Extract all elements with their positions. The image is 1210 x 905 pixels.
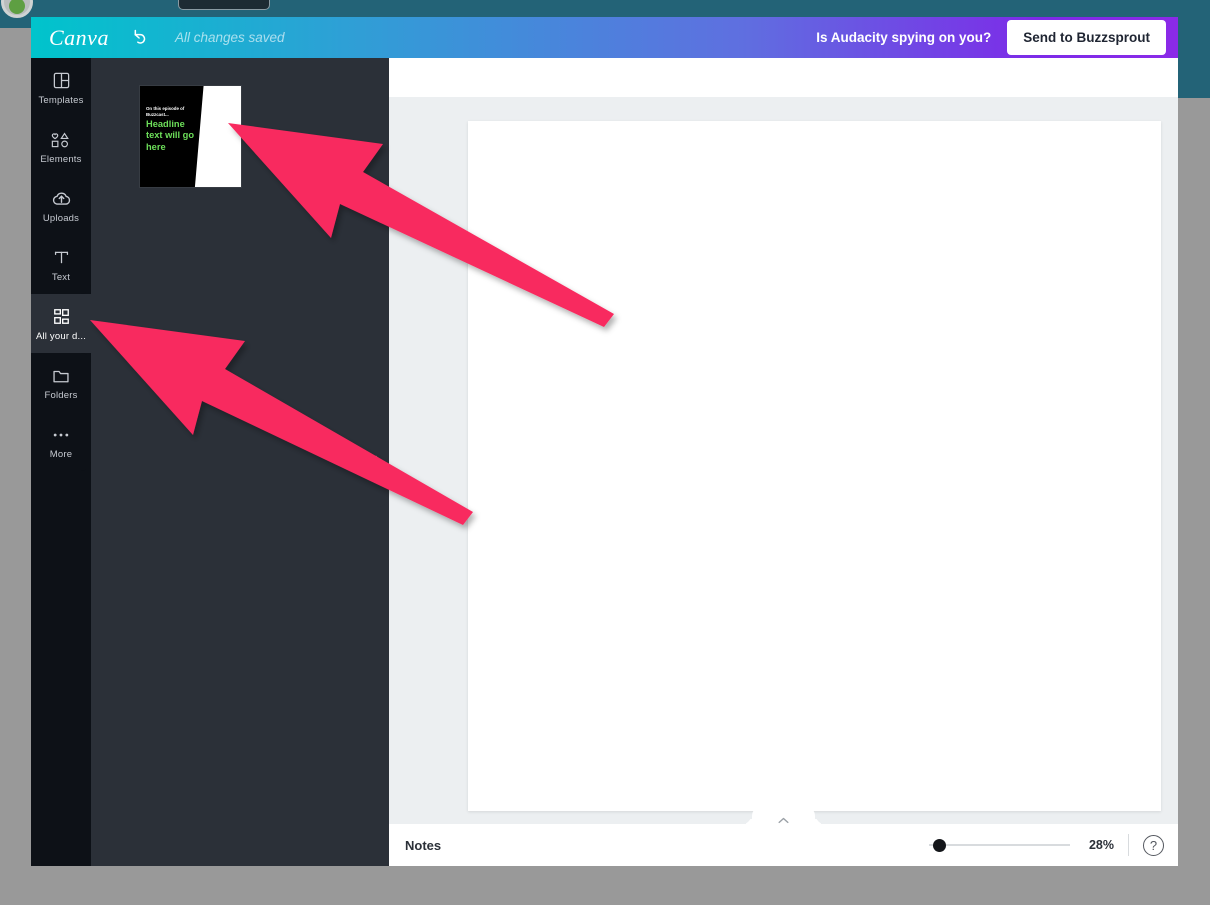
canvas-scroll-area[interactable] — [389, 97, 1178, 824]
sidebar-item-folders[interactable]: Folders — [31, 353, 91, 412]
more-dots-icon — [51, 424, 71, 446]
sidebar-item-elements[interactable]: Elements — [31, 117, 91, 176]
desktop-left-strip — [0, 28, 31, 866]
templates-icon — [52, 70, 71, 92]
notes-expand-tab[interactable] — [752, 806, 815, 825]
sidebar-item-uploads[interactable]: Uploads — [31, 176, 91, 235]
editor-header: Canva All changes saved Is Audacity spyi… — [31, 17, 1178, 58]
sidebar-item-label: All your d... — [35, 330, 87, 342]
thumbnail-eyebrow-text: On this episode of Buzzcast... — [146, 106, 185, 117]
sidebar-item-label: Elements — [40, 153, 82, 165]
uploads-cloud-icon — [51, 188, 72, 210]
send-to-buzzsprout-button[interactable]: Send to Buzzsprout — [1007, 20, 1166, 55]
canva-editor-window: Canva All changes saved Is Audacity spyi… — [31, 17, 1178, 866]
chevron-left-icon — [370, 455, 377, 467]
design-page[interactable] — [468, 121, 1161, 811]
panel-collapse-handle[interactable] — [359, 415, 389, 507]
canvas-toolbar[interactable] — [389, 58, 1178, 97]
zoom-slider[interactable] — [929, 838, 1070, 852]
save-status-text: All changes saved — [174, 30, 285, 45]
document-title[interactable]: Is Audacity spying on you? — [816, 30, 991, 45]
sidebar-item-label: Uploads — [42, 212, 80, 224]
zoom-slider-knob[interactable] — [933, 838, 946, 852]
all-your-designs-grid-icon — [52, 306, 71, 328]
search-box[interactable] — [178, 0, 270, 10]
design-thumbnail[interactable]: On this episode of Buzzcast... Headline … — [140, 86, 241, 187]
zoom-percent-value: 28% — [1088, 838, 1114, 852]
text-icon — [52, 247, 71, 269]
thumbnail-headline-text: Headline text will go here — [146, 119, 195, 152]
sidebar-item-all-your-designs[interactable]: All your d... — [31, 294, 91, 353]
sidebar-item-label: Folders — [44, 389, 78, 401]
zoom-slider-track — [929, 844, 1070, 846]
question-mark-icon[interactable]: ? — [1143, 834, 1164, 856]
header-right-group: Is Audacity spying on you? Send to Buzzs… — [816, 20, 1178, 55]
editor-area: Notes 28% ? — [389, 58, 1178, 866]
undo-arrow-icon[interactable] — [131, 27, 153, 49]
toolbar-divider — [1128, 834, 1129, 856]
elements-icon — [50, 129, 72, 151]
rail-group-bottom: Folders More — [31, 353, 91, 471]
chevron-up-icon — [778, 817, 789, 824]
zoom-controls: 28% ? — [929, 834, 1178, 856]
sidebar-item-text[interactable]: Text — [31, 235, 91, 294]
notes-bar: Notes 28% ? — [389, 806, 1178, 866]
left-tool-rail: Templates Elements Uploads Text All your… — [31, 58, 91, 866]
sidebar-item-label: Text — [51, 271, 71, 283]
rail-group-top: Templates Elements Uploads Text — [31, 58, 91, 294]
sidebar-item-label: More — [49, 448, 73, 460]
canva-logo[interactable]: Canva — [49, 25, 109, 51]
sidebar-item-templates[interactable]: Templates — [31, 58, 91, 117]
designs-panel: On this episode of Buzzcast... Headline … — [91, 58, 389, 866]
folder-icon — [51, 365, 71, 387]
sidebar-item-more[interactable]: More — [31, 412, 91, 471]
sidebar-item-label: Templates — [38, 94, 84, 106]
notes-label[interactable]: Notes — [405, 838, 441, 853]
